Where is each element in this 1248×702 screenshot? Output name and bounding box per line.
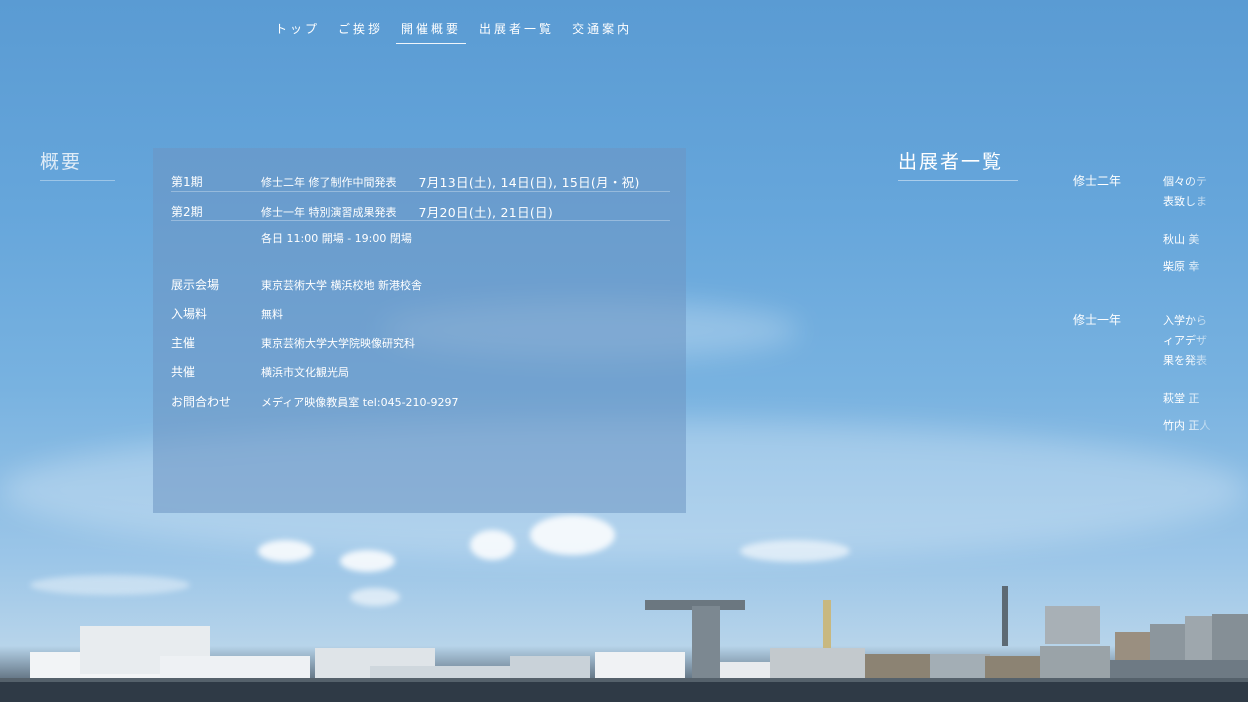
hours-text: 各日 11:00 開場 - 19:00 閉場: [261, 232, 412, 245]
cohost-row: 共催 横浜市文化観光局: [171, 363, 670, 380]
cloud: [258, 540, 313, 562]
period1-desc: 修士二年 修了制作中間発表: [261, 175, 397, 189]
contact-label: お問合わせ: [171, 395, 232, 409]
cloud: [530, 515, 615, 555]
hours-row: 各日 11:00 開場 - 19:00 閉場: [171, 230, 670, 246]
cohost-label: 共催: [171, 365, 196, 379]
building: [1150, 624, 1185, 662]
grade-m1-text: 果を発表: [1163, 354, 1207, 367]
period2-desc: 修士一年 特別演習成果発表: [261, 205, 397, 219]
exhibitor-name[interactable]: 柴原 幸: [1163, 258, 1223, 274]
cloud: [350, 588, 400, 606]
venue-value: 東京芸術大学 横浜校地 新港校舎: [261, 278, 422, 292]
contact-value: メディア映像教員室 tel:045-210-9297: [261, 395, 459, 409]
grade-m1-text: ィアデザ: [1163, 334, 1207, 347]
grade-m2-label: 修士二年: [1073, 174, 1122, 188]
grade-m1-label: 修士一年: [1073, 313, 1122, 327]
nav-item-access[interactable]: 交通案内: [567, 18, 637, 44]
grade-m2-text: 個々のテ: [1163, 175, 1207, 188]
period2-date: 7月20日(土), 21日(日): [418, 205, 554, 220]
fee-value: 無料: [261, 307, 283, 321]
main-nav: トップ ご挨拶 開催概要 出展者一覧 交通案内: [270, 18, 645, 44]
host-label: 主催: [171, 336, 196, 350]
grade-m2-text: 表致しま: [1163, 195, 1207, 208]
host-row: 主催 東京芸術大学大学院映像研究科: [171, 334, 670, 351]
cloud: [340, 550, 395, 572]
nav-item-overview[interactable]: 開催概要: [396, 18, 467, 44]
building: [1045, 606, 1100, 644]
building: [1185, 616, 1215, 662]
building: [1040, 646, 1110, 682]
exhibitor-name[interactable]: 萩堂 正: [1163, 390, 1223, 406]
tower: [823, 600, 831, 648]
venue-label: 展示会場: [171, 278, 220, 292]
period2-label: 第2期: [171, 205, 203, 219]
exhibitors-title: 出展者一覧: [898, 147, 1018, 181]
nav-item-top[interactable]: トップ: [270, 18, 325, 44]
fee-row: 入場料 無料: [171, 305, 670, 322]
water: [0, 682, 1248, 702]
cohost-value: 横浜市文化観光局: [261, 365, 349, 379]
nav-item-exhibitors[interactable]: 出展者一覧: [474, 18, 559, 44]
building: [770, 648, 865, 682]
divider: [171, 191, 670, 192]
tower: [1002, 586, 1008, 646]
cloud: [740, 540, 850, 562]
period1-row: 第1期 修士二年 修了制作中間発表 7月13日(土), 14日(日), 15日(…: [171, 172, 670, 191]
period1-label: 第1期: [171, 175, 203, 189]
overview-panel: 第1期 修士二年 修了制作中間発表 7月13日(土), 14日(日), 15日(…: [153, 148, 686, 513]
host-value: 東京芸術大学大学院映像研究科: [261, 336, 415, 350]
divider: [171, 220, 670, 221]
crane: [692, 606, 720, 682]
venue-row: 展示会場 東京芸術大学 横浜校地 新港校舎: [171, 276, 670, 293]
period1-date: 7月13日(土), 14日(日), 15日(月・祝): [418, 175, 640, 190]
fee-label: 入場料: [171, 307, 208, 321]
exhibitor-name[interactable]: 秋山 美: [1163, 231, 1223, 247]
nav-item-greeting[interactable]: ご挨拶: [333, 18, 388, 44]
building: [1115, 632, 1150, 662]
contact-row: お問合わせ メディア映像教員室 tel:045-210-9297: [171, 393, 670, 410]
overview-title: 概要: [40, 147, 115, 181]
cloud: [470, 530, 515, 560]
grade-m1-text: 入学から: [1163, 314, 1207, 327]
exhibitor-name[interactable]: 竹内 正人: [1163, 417, 1223, 433]
building: [1212, 614, 1248, 662]
period2-row: 第2期 修士一年 特別演習成果発表 7月20日(土), 21日(日): [171, 202, 670, 221]
cloud: [30, 575, 190, 595]
